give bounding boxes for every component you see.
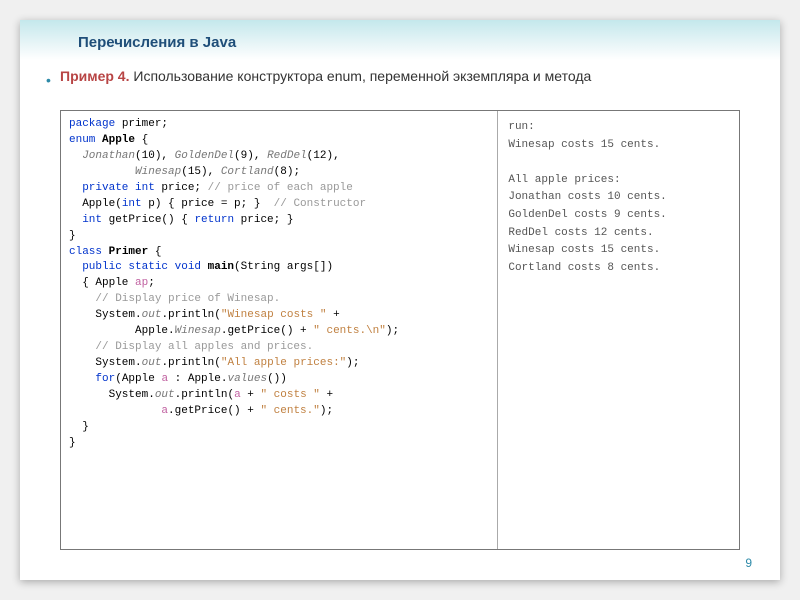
comment: // Constructor bbox=[274, 198, 366, 210]
t bbox=[69, 405, 161, 417]
kw-enum: enum bbox=[69, 134, 95, 146]
out: out bbox=[142, 357, 162, 369]
t: .getPrice() + bbox=[168, 405, 260, 417]
t: (Apple bbox=[115, 373, 161, 385]
t: { bbox=[135, 134, 148, 146]
t: Apple. bbox=[69, 325, 175, 337]
content-box: package primer; enum Apple { Jonathan(10… bbox=[60, 110, 740, 550]
code-column: package primer; enum Apple { Jonathan(10… bbox=[61, 111, 498, 549]
t: .println( bbox=[161, 357, 220, 369]
kw-psv: public static void bbox=[69, 261, 201, 273]
t: primer; bbox=[115, 118, 168, 130]
kw-int: int bbox=[122, 198, 142, 210]
enum-const: Winesap bbox=[69, 166, 181, 178]
var: ap bbox=[135, 277, 148, 289]
slide-title: Перечисления в Java bbox=[78, 34, 236, 51]
out: out bbox=[155, 389, 175, 401]
str: "Winesap costs " bbox=[221, 309, 327, 321]
page-number: 9 bbox=[745, 556, 752, 570]
t: .println( bbox=[175, 389, 234, 401]
t: } bbox=[69, 437, 76, 449]
t: (15), bbox=[181, 166, 221, 178]
t: p) { price = p; } bbox=[142, 198, 274, 210]
t: + bbox=[320, 389, 333, 401]
t: + bbox=[241, 389, 261, 401]
values: values bbox=[227, 373, 267, 385]
t: } bbox=[69, 421, 89, 433]
t: System. bbox=[69, 389, 155, 401]
enum-const: RedDel bbox=[267, 150, 307, 162]
enum-ref: Winesap bbox=[175, 325, 221, 337]
enum-const: GoldenDel bbox=[175, 150, 234, 162]
t: ); bbox=[386, 325, 399, 337]
t: } bbox=[69, 230, 76, 242]
t: getPrice() { bbox=[102, 214, 194, 226]
kw-class: class bbox=[69, 246, 102, 258]
t: { bbox=[148, 246, 161, 258]
comment: // price of each apple bbox=[208, 182, 353, 194]
t: (String args[]) bbox=[234, 261, 333, 273]
enum-name: Apple bbox=[95, 134, 135, 146]
t: Apple( bbox=[69, 198, 122, 210]
out: out bbox=[142, 309, 162, 321]
bullet-icon: • bbox=[46, 72, 51, 88]
output-column: run: Winesap costs 15 cents. All apple p… bbox=[498, 111, 739, 549]
t: (8); bbox=[274, 166, 300, 178]
comment: // Display all apples and prices. bbox=[69, 341, 313, 353]
t: : Apple. bbox=[168, 373, 227, 385]
str: " cents.\n" bbox=[313, 325, 386, 337]
t: .println( bbox=[161, 309, 220, 321]
kw-package: package bbox=[69, 118, 115, 130]
t: ); bbox=[320, 405, 333, 417]
t: (9), bbox=[234, 150, 267, 162]
kw-for: for bbox=[69, 373, 115, 385]
kw-return: return bbox=[194, 214, 234, 226]
t: System. bbox=[69, 357, 142, 369]
t: ()) bbox=[267, 373, 287, 385]
kw-int: int bbox=[69, 214, 102, 226]
subtitle-prefix: Пример 4. bbox=[60, 68, 133, 84]
class-name: Primer bbox=[102, 246, 148, 258]
comment: // Display price of Winesap. bbox=[69, 293, 280, 305]
t: System. bbox=[69, 309, 142, 321]
kw-private-int: private int bbox=[69, 182, 155, 194]
t: ; bbox=[148, 277, 155, 289]
slide: Перечисления в Java • Пример 4. Использо… bbox=[20, 20, 780, 580]
t: { Apple bbox=[69, 277, 135, 289]
main: main bbox=[201, 261, 234, 273]
str: " costs " bbox=[260, 389, 319, 401]
t: ); bbox=[346, 357, 359, 369]
var: a bbox=[234, 389, 241, 401]
subtitle: • Пример 4. Использование конструктора e… bbox=[60, 68, 740, 84]
str: "All apple prices:" bbox=[221, 357, 346, 369]
t: (10), bbox=[135, 150, 175, 162]
t: (12), bbox=[307, 150, 340, 162]
enum-const: Cortland bbox=[221, 166, 274, 178]
str: " cents." bbox=[260, 405, 319, 417]
subtitle-rest: Использование конструктора enum, перемен… bbox=[133, 68, 591, 84]
t: price; } bbox=[234, 214, 293, 226]
t: + bbox=[326, 309, 339, 321]
enum-const: Jonathan bbox=[69, 150, 135, 162]
t: price; bbox=[155, 182, 208, 194]
t: .getPrice() + bbox=[221, 325, 313, 337]
